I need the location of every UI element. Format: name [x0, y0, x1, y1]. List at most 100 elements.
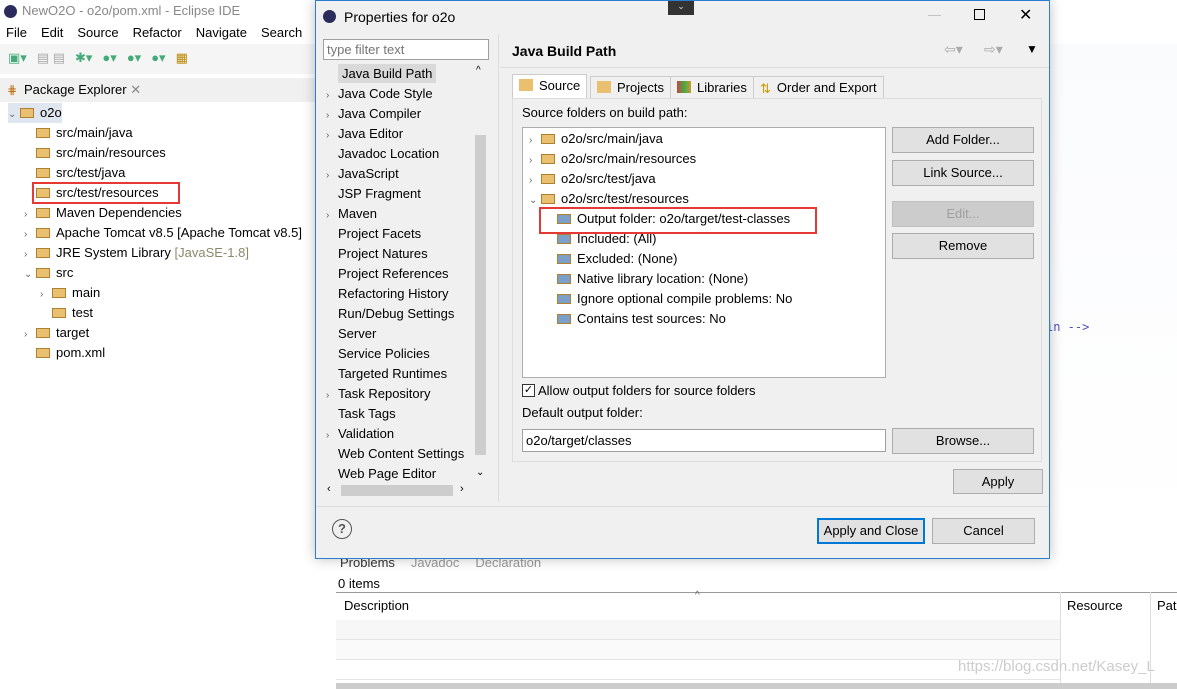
chevron-icon[interactable]: › [326, 386, 338, 406]
nav-item[interactable]: Project References [326, 264, 449, 284]
nav-item[interactable]: › Java Editor [326, 124, 403, 144]
package-explorer-tab[interactable]: Package Explorer ✕ [0, 78, 330, 102]
back-icon[interactable]: ⇦▾ [944, 41, 963, 58]
source-tree-item[interactable]: Contains test sources: No [545, 309, 726, 329]
source-tree-item[interactable]: › o2o/src/main/resources [529, 149, 696, 169]
chevron-icon[interactable]: ⌄ [24, 265, 36, 285]
edit-button[interactable]: Edit... [892, 201, 1034, 227]
nav-item[interactable]: › Java Code Style [326, 84, 433, 104]
source-tree-item[interactable]: Ignore optional compile problems: No [545, 289, 792, 309]
tab-source[interactable]: Source [512, 74, 588, 99]
source-folders-tree[interactable]: › o2o/src/main/java › o2o/src/main/resource… [522, 127, 886, 378]
minimize-button[interactable]: — [928, 7, 941, 22]
close-button[interactable]: ✕ [1019, 5, 1032, 25]
tree-item[interactable]: test [40, 303, 93, 323]
tree-item[interactable]: › main [40, 283, 100, 303]
tab-libraries[interactable]: Libraries [670, 76, 754, 98]
help-icon[interactable]: ? [332, 519, 352, 539]
tree-item[interactable]: › Apache Tomcat v8.5 [Apache Tomcat v8.5] [24, 223, 302, 243]
run-icon[interactable]: ●▾ [102, 50, 116, 68]
nav-item[interactable]: Targeted Runtimes [326, 364, 447, 384]
nav-item[interactable]: Javadoc Location [326, 144, 439, 164]
cancel-button[interactable]: Cancel [932, 518, 1035, 544]
menu-icon[interactable]: ▼ [1026, 42, 1038, 56]
chevron-icon[interactable]: › [24, 245, 36, 265]
nav-item[interactable]: › Java Compiler [326, 104, 421, 124]
source-tree-item[interactable]: › o2o/src/main/java [529, 129, 663, 149]
chevron-icon[interactable]: › [24, 205, 36, 225]
collapse-icon[interactable]: ⌄ [668, 1, 694, 15]
nav-item[interactable]: Web Content Settings [326, 444, 464, 464]
horizontal-scrollbar[interactable]: ‹ › [323, 483, 473, 498]
source-tree-item[interactable]: Native library location: (None) [545, 269, 748, 289]
debug-icon[interactable]: ✱▾ [75, 50, 92, 68]
apply-and-close-button[interactable]: Apply and Close [817, 518, 925, 544]
browse-button[interactable]: Browse... [892, 428, 1034, 454]
tree-item[interactable]: › Maven Dependencies [24, 203, 182, 223]
external-tools-icon[interactable]: ●▾ [151, 50, 165, 68]
allow-output-checkbox[interactable]: ✓ [522, 384, 535, 397]
nav-item[interactable]: Project Natures [326, 244, 428, 264]
close-icon[interactable]: ✕ [130, 82, 141, 97]
chevron-icon[interactable]: › [326, 126, 338, 146]
menu-search[interactable]: Search [261, 25, 302, 41]
coverage-icon[interactable]: ●▾ [127, 50, 141, 68]
forward-icon[interactable]: ⇨▾ [984, 41, 1003, 58]
horizontal-scrollbar[interactable] [336, 683, 1177, 689]
nav-item[interactable]: Refactoring History [326, 284, 449, 304]
nav-item[interactable]: Run/Debug Settings [326, 304, 454, 324]
chevron-icon[interactable]: › [40, 285, 52, 305]
nav-item[interactable]: Server [326, 324, 376, 344]
source-tree-item[interactable]: Excluded: (None) [545, 249, 677, 269]
nav-item[interactable]: Java Build Path [326, 64, 437, 84]
remove-button[interactable]: Remove [892, 233, 1034, 259]
chevron-icon[interactable]: › [326, 206, 338, 226]
column-path[interactable]: Path [1157, 598, 1177, 613]
nav-item[interactable]: JSP Fragment [326, 184, 421, 204]
column-resource[interactable]: Resource [1067, 598, 1123, 613]
apply-button[interactable]: Apply [953, 469, 1043, 494]
nav-item[interactable]: › Maven [326, 204, 377, 224]
chevron-icon[interactable]: › [529, 131, 541, 151]
tab-projects[interactable]: Projects [590, 76, 671, 98]
tree-item[interactable]: › JRE System Library [JavaSE-1.8] [24, 243, 249, 263]
default-output-input[interactable]: o2o/target/classes [522, 429, 886, 452]
chevron-icon[interactable]: › [326, 86, 338, 106]
tab-order-export[interactable]: ⇅ Order and Export [753, 76, 884, 98]
nav-item[interactable]: › Task Repository [326, 384, 430, 404]
nav-item[interactable]: Task Tags [326, 404, 396, 424]
link-source-button[interactable]: Link Source... [892, 160, 1034, 186]
save-icon[interactable]: ▤ ▤ [37, 50, 65, 68]
menu-source[interactable]: Source [77, 25, 118, 41]
nav-item[interactable]: Service Policies [326, 344, 430, 364]
filter-input[interactable] [323, 39, 489, 60]
new-package-icon[interactable]: ▦ [176, 50, 188, 68]
menu-navigate[interactable]: Navigate [196, 25, 247, 41]
menu-file[interactable]: File [6, 25, 27, 41]
nav-item[interactable]: › Validation [326, 424, 394, 444]
chevron-icon[interactable]: › [326, 426, 338, 446]
menu-edit[interactable]: Edit [41, 25, 63, 41]
tree-item[interactable]: src/main/java [24, 123, 133, 143]
source-tree-item[interactable]: ⌄ o2o/src/test/resources [529, 189, 689, 209]
vertical-scrollbar[interactable]: ^ ⌄ [473, 65, 488, 483]
add-folder-button[interactable]: Add Folder... [892, 127, 1034, 153]
tree-item[interactable]: ⌄ o2o [8, 103, 62, 123]
chevron-icon[interactable]: ⌄ [8, 105, 20, 125]
nav-item[interactable]: › JavaScript [326, 164, 399, 184]
tree-item[interactable]: › target [24, 323, 89, 343]
new-icon[interactable]: ▣▾ [8, 50, 27, 68]
chevron-icon[interactable]: › [529, 151, 541, 171]
chevron-icon[interactable]: › [529, 171, 541, 191]
chevron-icon[interactable]: › [24, 325, 36, 345]
chevron-icon[interactable]: › [326, 106, 338, 126]
column-description[interactable]: Description [344, 598, 409, 613]
tree-item[interactable]: src/main/resources [24, 143, 166, 163]
chevron-icon[interactable]: › [24, 225, 36, 245]
source-tree-item[interactable]: › o2o/src/test/java [529, 169, 656, 189]
tree-item[interactable]: src/test/java [24, 163, 125, 183]
chevron-icon[interactable]: › [326, 166, 338, 186]
tree-item[interactable]: ⌄ src [24, 263, 73, 283]
menu-refactor[interactable]: Refactor [133, 25, 182, 41]
tree-item[interactable]: pom.xml [24, 343, 105, 363]
